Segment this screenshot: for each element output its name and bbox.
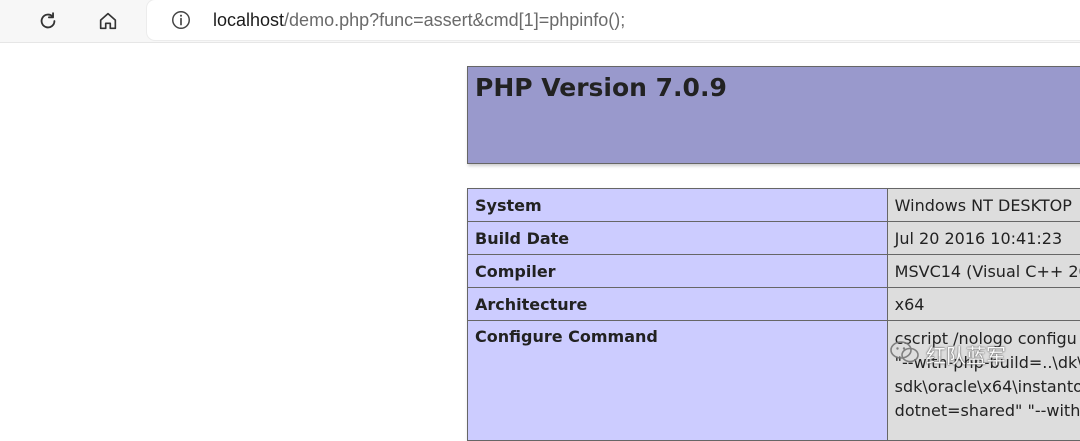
table-row: Architecture x64 xyxy=(468,288,1080,321)
configure-line: dotnet=shared" "--with xyxy=(895,399,1080,423)
php-version-header: PHP Version 7.0.9 xyxy=(467,66,1080,164)
row-label: Architecture xyxy=(468,288,888,321)
url-text[interactable]: localhost/demo.php?func=assert&cmd[1]=ph… xyxy=(213,9,625,31)
url-host: localhost xyxy=(213,10,284,30)
row-label: Compiler xyxy=(468,255,888,288)
url-path: /demo.php?func=assert&cmd[1]=phpinfo(); xyxy=(284,10,625,30)
row-label: Build Date xyxy=(468,222,888,255)
table-row: System Windows NT DESKTOP xyxy=(468,189,1080,222)
row-value: cscript /nologo configu "--with-php-buil… xyxy=(887,321,1080,441)
row-value: MSVC14 (Visual C++ 20 xyxy=(887,255,1080,288)
configure-line: sdk\oracle\x64\instanto xyxy=(895,375,1080,399)
row-value: Jul 20 2016 10:41:23 xyxy=(887,222,1080,255)
home-button[interactable] xyxy=(92,5,124,37)
table-row: Build Date Jul 20 2016 10:41:23 xyxy=(468,222,1080,255)
phpinfo-table: System Windows NT DESKTOP Build Date Jul… xyxy=(467,188,1080,441)
reload-icon xyxy=(37,10,59,32)
reload-button[interactable] xyxy=(32,5,64,37)
info-icon[interactable] xyxy=(170,9,192,31)
row-label: Configure Command xyxy=(468,321,888,441)
home-icon xyxy=(97,10,119,32)
address-bar[interactable]: localhost/demo.php?func=assert&cmd[1]=ph… xyxy=(147,0,1080,40)
page-title: PHP Version 7.0.9 xyxy=(475,73,727,102)
watermark: 红队蓝军 xyxy=(890,340,1006,369)
table-row: Compiler MSVC14 (Visual C++ 20 xyxy=(468,255,1080,288)
row-label: System xyxy=(468,189,888,222)
browser-toolbar: localhost/demo.php?func=assert&cmd[1]=ph… xyxy=(0,0,1080,43)
watermark-text: 红队蓝军 xyxy=(926,340,1006,369)
row-value: Windows NT DESKTOP xyxy=(887,189,1080,222)
wechat-icon xyxy=(890,340,920,369)
row-value: x64 xyxy=(887,288,1080,321)
table-row: Configure Command cscript /nologo config… xyxy=(468,321,1080,441)
